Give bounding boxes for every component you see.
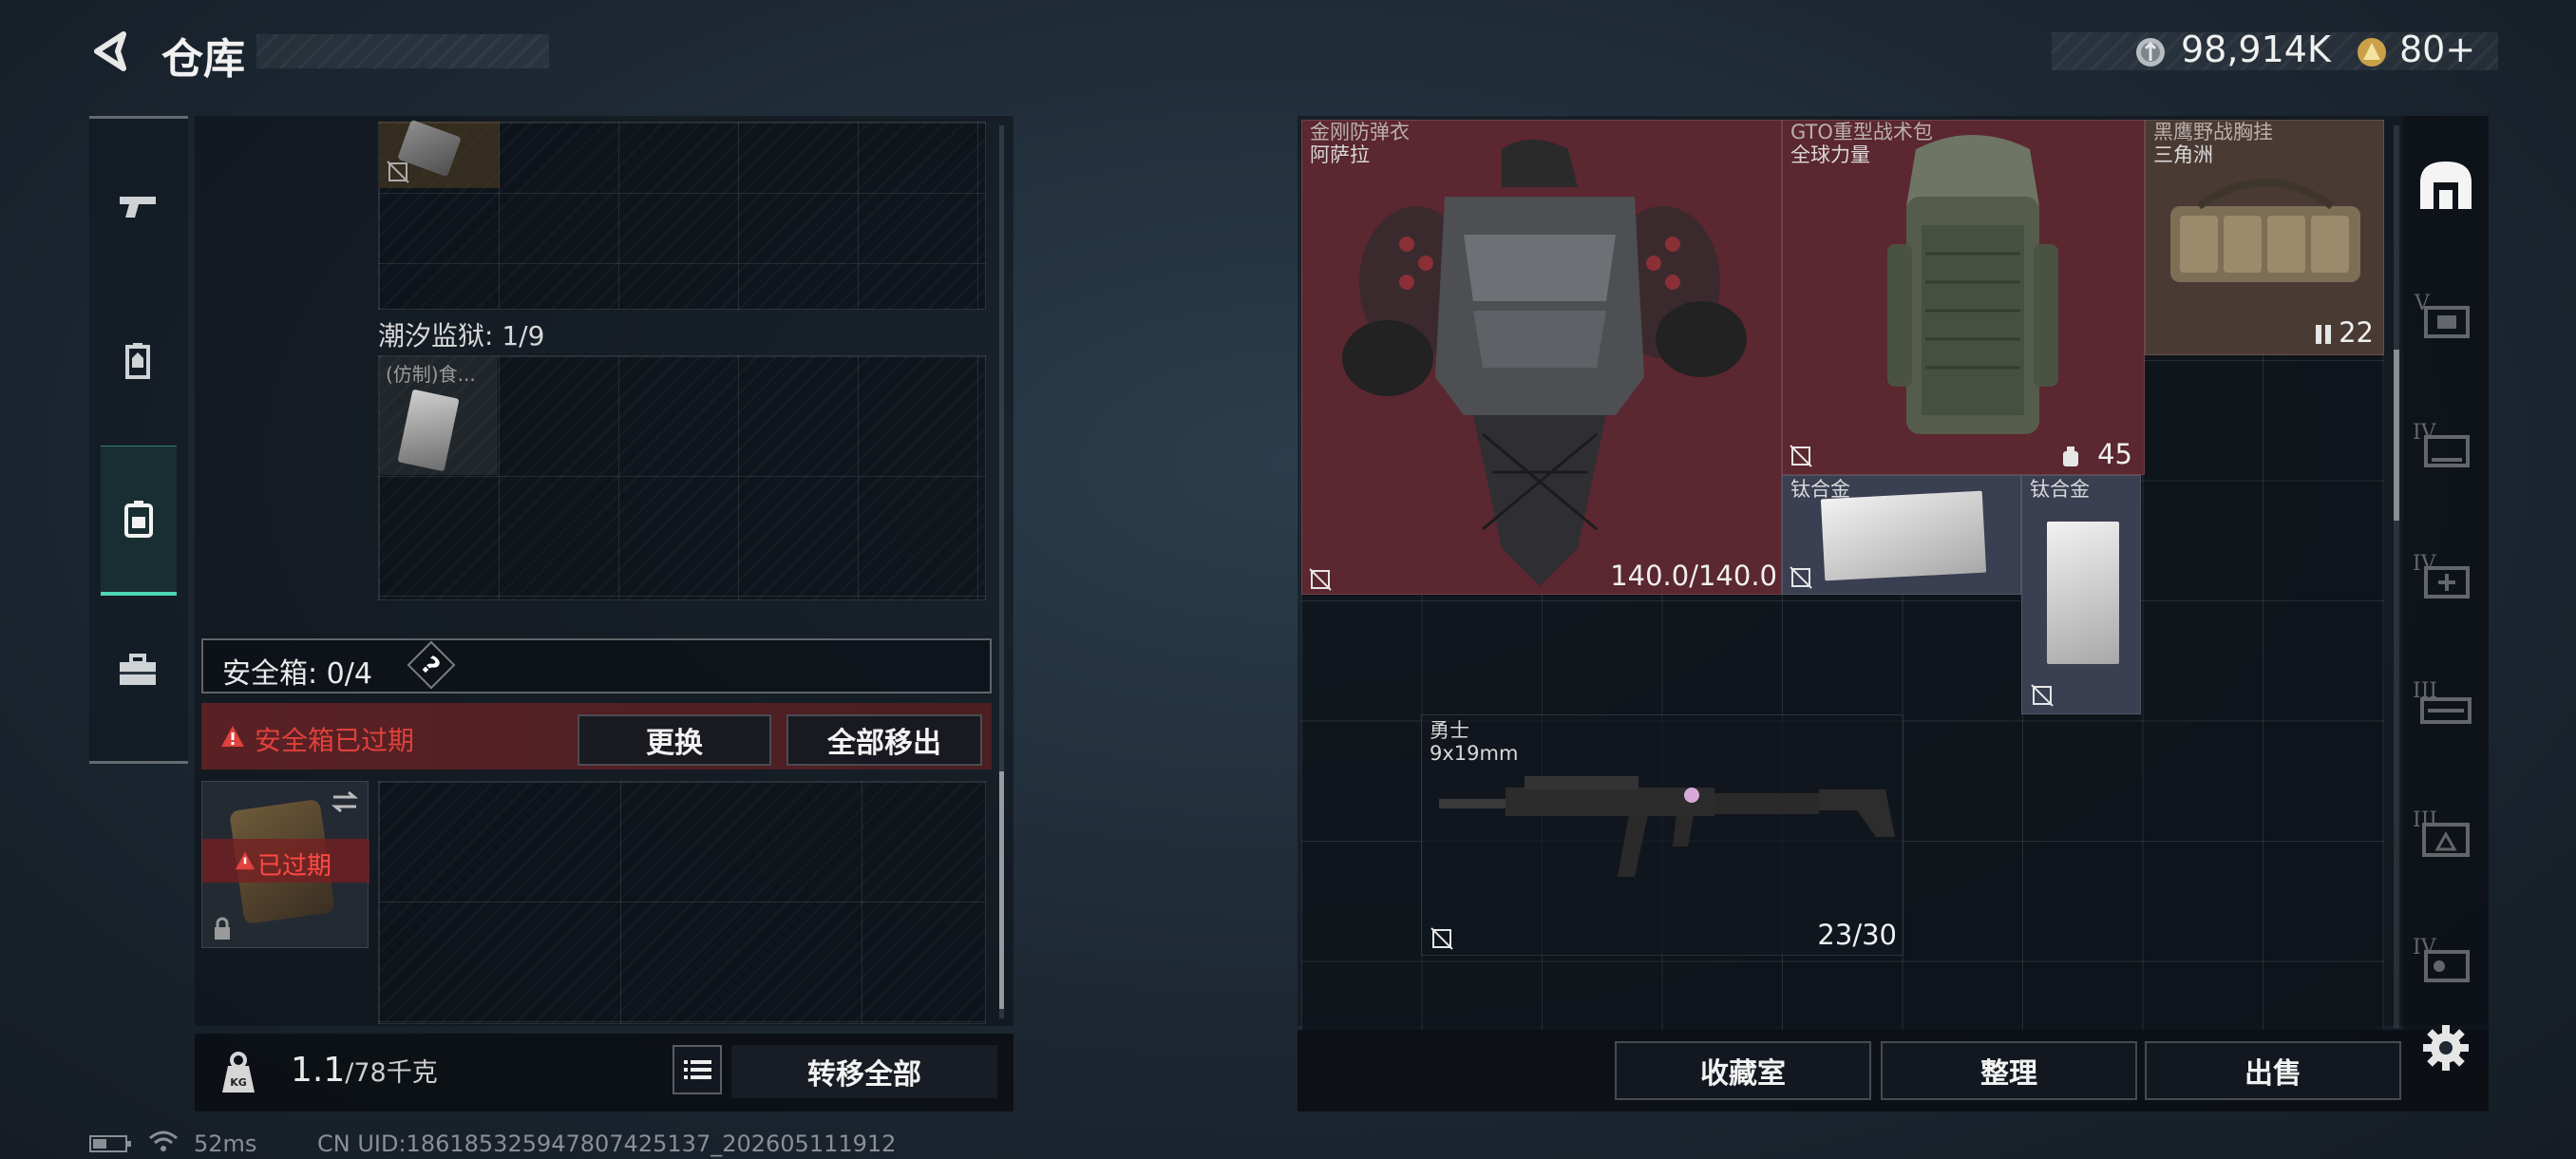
gear-icon: [2423, 1025, 2469, 1071]
tab-toolbox[interactable]: [114, 647, 161, 698]
safebox-label: 安全箱: 0/4: [222, 657, 372, 691]
safebox-help-icon[interactable]: ?: [407, 640, 456, 690]
ticket-icon: [2356, 36, 2388, 72]
rifle-ammo: 23/30: [1817, 919, 1897, 951]
list-view-button[interactable]: [672, 1045, 722, 1094]
key-case-icon: IV: [2413, 936, 2470, 982]
storage-scrollbar[interactable]: [2394, 125, 2399, 1028]
replace-button[interactable]: 更换: [578, 714, 771, 766]
transfer-all-button[interactable]: 转移全部: [731, 1045, 997, 1098]
left-tab-column: [89, 116, 188, 764]
expired-warning-icon: [235, 851, 256, 870]
uid-text: CN UID:1861853259478074251​37_2026051119…: [317, 1130, 897, 1157]
tab-backpack-active[interactable]: [101, 446, 177, 596]
rifle-name: 勇士: [1430, 719, 1469, 742]
currency-amount: 98,914K: [2181, 28, 2331, 70]
svg-text:V: V: [2414, 292, 2431, 315]
ping-text: 52ms: [194, 1130, 257, 1157]
no-lock-icon: [387, 161, 409, 183]
slots-icon: [2316, 325, 2331, 344]
tab-storage-iii-1[interactable]: III: [2411, 671, 2481, 741]
vest-brand: 三角洲: [2153, 143, 2213, 166]
armor-durability: 140.0/140.0: [1610, 560, 1777, 592]
backpack-no-lock-icon: [1790, 445, 1812, 467]
storage-item-vest[interactable]: 黑鹰野战胸挂 三角洲 22: [2145, 120, 2384, 355]
organize-button[interactable]: 整理: [1881, 1041, 2137, 1100]
wifi-icon: [148, 1130, 179, 1157]
storage-item-rifle[interactable]: 勇士 9x19mm 23/30: [1421, 714, 1904, 956]
swap-icon[interactable]: [330, 789, 360, 814]
tab-storage-iv-3[interactable]: IV: [2411, 927, 2481, 998]
page-title: 仓库: [161, 35, 245, 84]
storage-item-armor[interactable]: 金刚防弹衣 阿萨拉 140.0/140.0: [1301, 120, 1782, 595]
weight-icon: KG: [211, 1045, 266, 1100]
storage-item-backpack[interactable]: GTO重型战术包 全球力量 45: [1782, 120, 2145, 475]
list-icon: [684, 1060, 711, 1079]
tab-storage-iv-1[interactable]: IV: [2411, 412, 2481, 483]
home-base-icon: [2420, 162, 2472, 209]
rifle-no-lock-icon: [1430, 927, 1453, 950]
settings-button[interactable]: [2420, 1022, 2472, 1074]
weight-text: 1.1/78千克: [291, 1051, 438, 1090]
safebox-header: 安全箱: 0/4 ?: [201, 638, 992, 694]
armor-vest-image: [1342, 140, 1747, 586]
ammo-case-icon: III: [2413, 808, 2470, 857]
medical-case-icon: IV: [2413, 552, 2470, 598]
svg-text:KG: KG: [230, 1076, 247, 1089]
tab-weapon[interactable]: [114, 181, 161, 233]
expired-badge: 已过期: [257, 852, 332, 881]
tactical-backpack-image: [1887, 135, 2058, 434]
back-arrow-icon: [94, 31, 126, 71]
battery-icon: [89, 1134, 133, 1157]
vest-slots: 22: [2339, 316, 2374, 349]
armor-icon: [125, 343, 150, 379]
tab-storage-iii-2[interactable]: III: [2411, 800, 2481, 870]
storage-item-titanium-1[interactable]: 钛合金: [1782, 475, 2021, 595]
sell-button[interactable]: 出售: [2145, 1041, 2401, 1100]
currency-coin-icon: [2134, 36, 2167, 72]
weight-capacity: /78千克: [345, 1058, 438, 1088]
safebox-grid[interactable]: [378, 781, 986, 1024]
backpack-brand: 全球力量: [1790, 143, 1870, 166]
container-label: 潮汐监狱: 1/9: [378, 320, 545, 352]
collection-room-button[interactable]: 收藏室: [1615, 1041, 1871, 1100]
storage-v-icon: V: [2414, 292, 2470, 338]
weight-current: 1.1: [291, 1051, 346, 1090]
ticket-amount[interactable]: 80+: [2399, 28, 2475, 70]
backpack-icon: [124, 501, 153, 538]
lock-icon: [215, 917, 230, 940]
tab-storage-v[interactable]: V: [2411, 283, 2481, 353]
tab-home-base[interactable]: [2411, 152, 2481, 228]
grid-item-food-label: (仿制)食...: [386, 363, 476, 386]
storage-item-titanium-2[interactable]: 钛合金: [2021, 475, 2141, 714]
weapon-case-icon: III: [2413, 679, 2472, 724]
inventory-scrollbar[interactable]: [999, 125, 1004, 1018]
back-button[interactable]: [85, 27, 135, 76]
move-all-out-button[interactable]: 全部移出: [786, 714, 982, 766]
smg-image: [1439, 776, 1895, 877]
title-underline: [256, 34, 549, 68]
backpack-capacity: 45: [2097, 438, 2132, 470]
warning-icon: [221, 726, 244, 747]
chest-rig-image: [2170, 179, 2360, 282]
titanium-2-no-lock-icon: [2031, 684, 2054, 707]
safebox-slot[interactable]: 已过期: [201, 781, 369, 948]
safebox-expired-text: 安全箱已过期: [255, 725, 415, 756]
tab-helmet[interactable]: [114, 337, 161, 389]
storage-iv-icon: IV: [2413, 421, 2470, 467]
pistol-icon: [120, 197, 156, 218]
toolbox-icon: [120, 654, 156, 685]
vest-name: 黑鹰野战胸挂: [2153, 121, 2273, 143]
capacity-icon: [2063, 446, 2078, 466]
armor-no-lock-icon: [1309, 568, 1332, 591]
titanium-1-no-lock-icon: [1790, 566, 1812, 589]
grid-item-partial[interactable]: [380, 119, 500, 188]
tab-storage-iv-2[interactable]: IV: [2411, 543, 2481, 614]
titanium-2-name: 钛合金: [2030, 478, 2090, 501]
grid-item-food[interactable]: (仿制)食...: [380, 357, 498, 475]
